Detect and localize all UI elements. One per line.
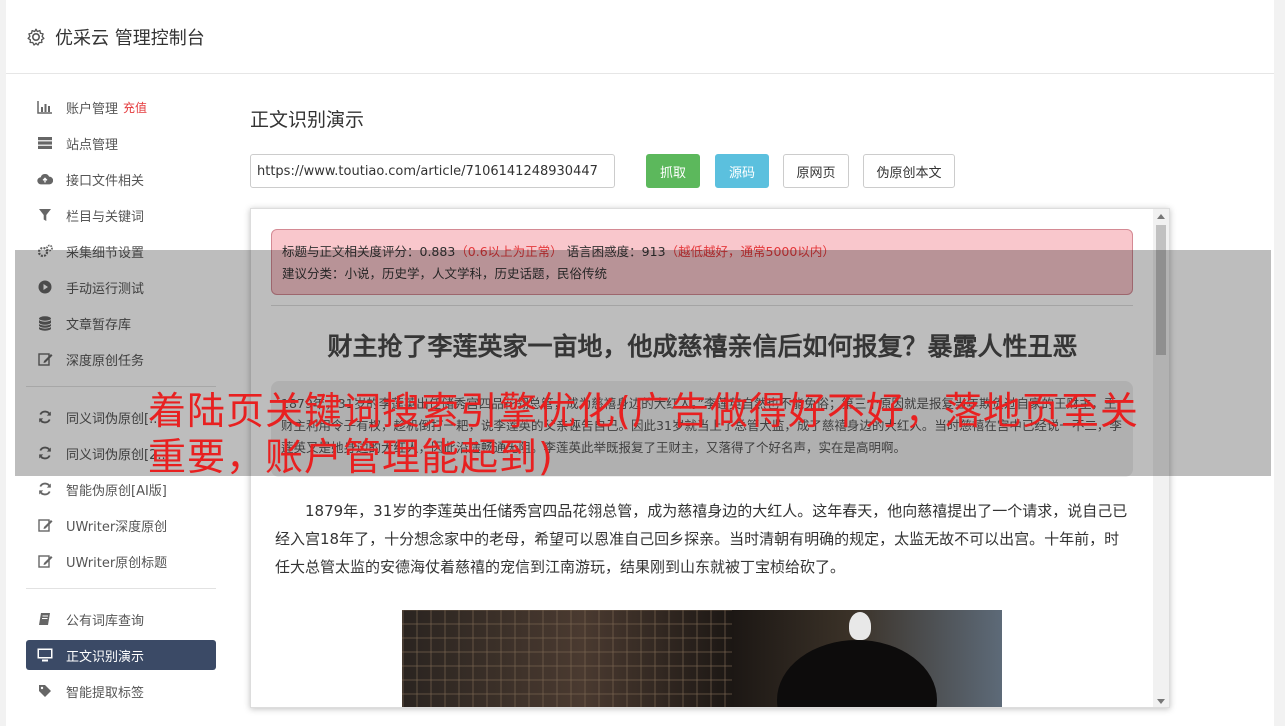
article-summary: 1879年，31岁的李莲英出任储秀宫四品花翎总管，成为慈禧身边的大红人。”李莲英… xyxy=(271,381,1133,477)
bar-chart-icon xyxy=(37,99,53,115)
sidebar-item-deep-original[interactable]: 深度原创任务 xyxy=(26,344,216,374)
score-line: 标题与正文相关度评分：0.883（0.6以上为正常） 语言困惑度：913（越低越… xyxy=(282,241,1122,263)
vertical-scrollbar[interactable] xyxy=(1153,209,1169,707)
sidebar-item-public-lexicon[interactable]: 公有词库查询 xyxy=(26,604,216,634)
scroll-down-arrow-icon[interactable] xyxy=(1157,699,1165,704)
url-toolbar: 抓取 源码 原网页 伪原创本文 xyxy=(250,154,955,188)
image-lattice xyxy=(402,610,732,707)
sidebar-item-smart-tags[interactable]: 智能提取标签 xyxy=(26,676,216,706)
main-content: 正文识别演示 抓取 源码 原网页 伪原创本文 xyxy=(250,92,1260,188)
scroll-up-arrow-icon[interactable] xyxy=(1157,214,1165,219)
sidebar-item-collect-settings[interactable]: 采集细节设置 xyxy=(26,236,216,266)
edit-icon xyxy=(37,517,53,533)
sidebar-item-label: 同义词伪原创[... xyxy=(66,411,162,427)
result-panel: 标题与正文相关度评分：0.883（0.6以上为正常） 语言困惑度：913（越低越… xyxy=(250,208,1170,708)
sidebar-item-label: 智能提取标签 xyxy=(66,685,145,701)
scrollbar-thumb[interactable] xyxy=(1156,225,1166,355)
page-title: 正文识别演示 xyxy=(250,109,365,131)
top-header: 优采云 管理控制台 xyxy=(6,0,1274,74)
image-hat xyxy=(777,640,937,707)
sidebar-item-sites[interactable]: 站点管理 xyxy=(26,128,216,158)
article-paragraph: 1879年，31岁的李莲英出任储秀宫四品花翎总管，成为慈禧身边的大红人。这年春天… xyxy=(275,502,1128,576)
sidebar-item-columns-keywords[interactable]: 栏目与关键词 xyxy=(26,200,216,230)
filter-icon xyxy=(37,207,53,223)
cloud-upload-icon xyxy=(37,171,53,187)
database-icon xyxy=(37,315,53,331)
sidebar-item-manual-run[interactable]: 手动运行测试 xyxy=(26,272,216,302)
result-content: 标题与正文相关度评分：0.883（0.6以上为正常） 语言困惑度：913（越低越… xyxy=(251,209,1154,707)
perplexity-score: 语言困惑度：913 xyxy=(566,244,666,259)
sidebar-item-label: 手动运行测试 xyxy=(66,281,145,297)
refresh-icon xyxy=(37,445,53,461)
sidebar-item-synonym-1[interactable]: 同义词伪原创[... xyxy=(26,402,216,432)
gear-icon xyxy=(27,28,45,46)
gears-icon xyxy=(37,243,53,259)
sidebar-item-label: 同义词伪原创[2... xyxy=(66,447,170,463)
sidebar-item-label: UWriter深度原创 xyxy=(66,519,168,535)
sidebar-item-account[interactable]: 账户管理 充值 xyxy=(26,92,216,122)
sidebar-item-label: 栏目与关键词 xyxy=(66,209,145,225)
edit-icon xyxy=(37,351,53,367)
sidebar-item-label: 文章暂存库 xyxy=(66,317,132,333)
sidebar-item-label: 采集细节设置 xyxy=(66,245,145,261)
play-circle-icon xyxy=(37,279,53,295)
article-image xyxy=(402,610,1002,707)
score-alert: 标题与正文相关度评分：0.883（0.6以上为正常） 语言困惑度：913（越低越… xyxy=(271,229,1133,295)
refresh-icon xyxy=(37,481,53,497)
sidebar-item-label: 智能伪原创[AI版] xyxy=(66,483,167,499)
sidebar-item-label: 接口文件相关 xyxy=(66,173,145,189)
sidebar-item-label: 账户管理 xyxy=(66,101,119,117)
relevance-note: （0.6以上为正常） xyxy=(455,244,563,259)
sidebar-divider xyxy=(26,588,216,589)
original-page-button[interactable]: 原网页 xyxy=(783,154,849,188)
image-hat-knob xyxy=(849,612,871,640)
pseudo-original-button[interactable]: 伪原创本文 xyxy=(863,154,955,188)
sidebar-item-uwriter-deep[interactable]: UWriter深度原创 xyxy=(26,510,216,540)
sidebar-item-label: 站点管理 xyxy=(66,137,119,153)
perplexity-note: （越低越好，通常5000以内） xyxy=(665,244,835,259)
sidebar-item-synonym-2[interactable]: 同义词伪原创[2... xyxy=(26,438,216,468)
sidebar-item-ai-pseudo[interactable]: 智能伪原创[AI版] xyxy=(26,474,216,504)
tag-icon xyxy=(37,683,53,699)
sidebar-item-label: 正文识别演示 xyxy=(66,649,145,665)
divider xyxy=(271,305,1133,306)
article-title: 财主抢了李莲英家一亩地，他成慈禧亲信后如何报复？暴露人性丑恶 xyxy=(327,332,1078,361)
sidebar-item-uwriter-title[interactable]: UWriter原创标题 xyxy=(26,546,216,576)
book-icon xyxy=(37,611,53,627)
sidebar-item-text-recognition[interactable]: 正文识别演示 xyxy=(26,640,216,670)
fetch-button[interactable]: 抓取 xyxy=(646,154,700,188)
sidebar-item-interface-files[interactable]: 接口文件相关 xyxy=(26,164,216,194)
sidebar: 账户管理 充值 站点管理 接口文件相关 栏目与关键词 采集细节设置 手动运行测试… xyxy=(26,92,216,712)
sidebar-item-label: 公有词库查询 xyxy=(66,613,145,629)
category-suggestion: 建议分类：小说，历史学，人文学科，历史话题，民俗传统 xyxy=(282,266,608,281)
refresh-icon xyxy=(37,409,53,425)
sidebar-item-label: 深度原创任务 xyxy=(66,353,145,369)
source-button[interactable]: 源码 xyxy=(715,154,769,188)
url-input[interactable] xyxy=(250,154,615,188)
server-icon xyxy=(37,135,53,151)
recharge-link[interactable]: 充值 xyxy=(123,99,147,116)
sidebar-item-label: UWriter原创标题 xyxy=(66,555,168,571)
edit-icon xyxy=(37,553,53,569)
sidebar-item-article-store[interactable]: 文章暂存库 xyxy=(26,308,216,338)
sidebar-divider xyxy=(26,386,216,387)
relevance-score: 标题与正文相关度评分：0.883 xyxy=(282,244,456,259)
monitor-icon xyxy=(37,647,53,663)
console-title: 优采云 管理控制台 xyxy=(55,27,205,49)
